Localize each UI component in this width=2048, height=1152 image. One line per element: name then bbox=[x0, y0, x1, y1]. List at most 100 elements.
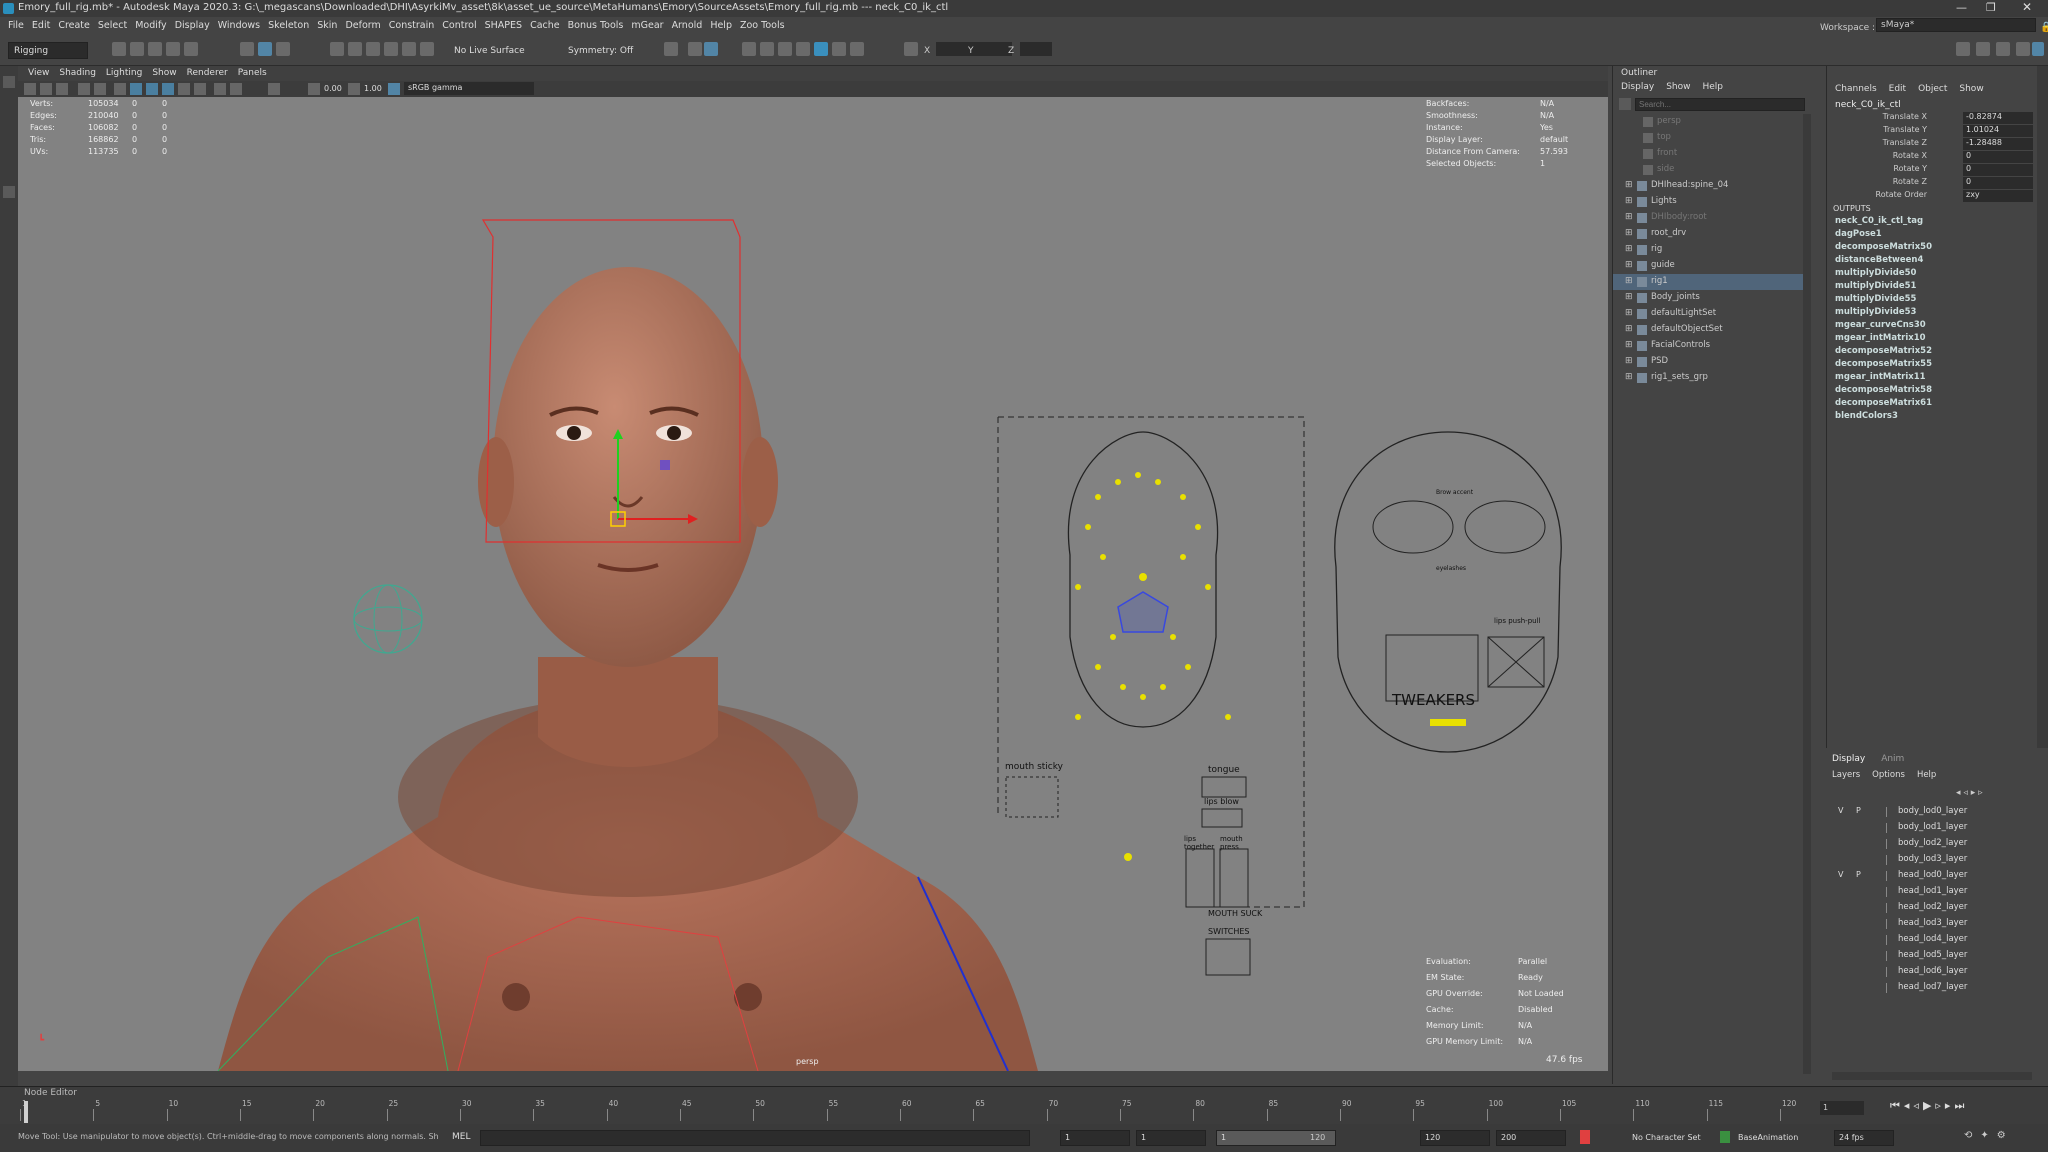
outliner-item[interactable]: ⊞ DHIhead:spine_04 bbox=[1613, 178, 1803, 194]
gamma-icon[interactable] bbox=[348, 83, 360, 95]
menu-select[interactable]: Select bbox=[98, 17, 127, 34]
outliner-item[interactable]: ⊞ rig1_sets_grp bbox=[1613, 370, 1803, 386]
transform-mode-icon[interactable] bbox=[904, 42, 918, 56]
output-node[interactable]: decomposeMatrix55 bbox=[1835, 359, 1932, 369]
ipr-render-icon[interactable] bbox=[760, 42, 774, 56]
playback-controls[interactable]: ⏮◂◃▶▹▸⏭ bbox=[1890, 1099, 1968, 1113]
expand-icon[interactable]: ⊞ bbox=[1625, 356, 1633, 366]
snap-point-icon[interactable] bbox=[366, 42, 380, 56]
wireframe-icon[interactable] bbox=[114, 83, 126, 95]
shadows-icon[interactable] bbox=[178, 83, 190, 95]
expand-icon[interactable]: ⊞ bbox=[1625, 196, 1633, 206]
layer-scrollbar[interactable] bbox=[1832, 1072, 2032, 1080]
snap-curve-icon[interactable] bbox=[348, 42, 362, 56]
outliner-item[interactable]: ⊞ rig1 bbox=[1613, 274, 1803, 290]
channel-menu-edit[interactable]: Edit bbox=[1889, 84, 1906, 94]
menu-bonus-tools[interactable]: Bonus Tools bbox=[568, 17, 624, 34]
live-surface-label[interactable]: No Live Surface bbox=[454, 46, 525, 56]
open-scene-icon[interactable] bbox=[130, 42, 144, 56]
soft-select-icon[interactable] bbox=[664, 42, 678, 56]
lights-icon[interactable] bbox=[162, 83, 174, 95]
output-node[interactable]: dagPose1 bbox=[1835, 229, 1882, 239]
outliner-item[interactable]: front bbox=[1613, 146, 1803, 162]
snap-vertex-icon[interactable] bbox=[420, 42, 434, 56]
history-icon[interactable] bbox=[688, 42, 702, 56]
viewport-menu-panels[interactable]: Panels bbox=[238, 66, 267, 81]
menu-skin[interactable]: Skin bbox=[317, 17, 337, 34]
outliner-item[interactable]: top bbox=[1613, 130, 1803, 146]
new-scene-icon[interactable] bbox=[112, 42, 126, 56]
expand-icon[interactable]: ⊞ bbox=[1625, 180, 1633, 190]
viewport-menu-view[interactable]: View bbox=[28, 66, 49, 81]
expand-icon[interactable]: ⊞ bbox=[1625, 372, 1633, 382]
layer-playback[interactable]: P bbox=[1856, 870, 1861, 879]
colorspace-dropdown[interactable]: sRGB gamma bbox=[404, 82, 534, 95]
layer-menu-help[interactable]: Help bbox=[1917, 770, 1936, 780]
range-end2-field[interactable]: 200 bbox=[1496, 1130, 1566, 1146]
layer-playback[interactable]: P bbox=[1856, 806, 1861, 815]
channel-menu-channels[interactable]: Channels bbox=[1835, 84, 1877, 94]
layer-menu-layers[interactable]: Layers bbox=[1832, 770, 1860, 780]
outliner-item[interactable]: persp bbox=[1613, 114, 1803, 130]
menu-display[interactable]: Display bbox=[175, 17, 210, 34]
arnold-render-icon[interactable] bbox=[832, 42, 846, 56]
viewport-menu-lighting[interactable]: Lighting bbox=[106, 66, 142, 81]
outliner-item[interactable]: ⊞ defaultLightSet bbox=[1613, 306, 1803, 322]
outliner-item[interactable]: ⊞ Lights bbox=[1613, 194, 1803, 210]
xray-icon[interactable] bbox=[230, 83, 242, 95]
expand-icon[interactable]: ⊞ bbox=[1625, 324, 1633, 334]
menu-mgear[interactable]: mGear bbox=[631, 17, 663, 34]
channel-attr-value[interactable]: -1.28488 bbox=[1963, 138, 2033, 150]
current-time-marker[interactable] bbox=[24, 1101, 28, 1123]
layout-icon[interactable] bbox=[3, 186, 15, 198]
render-frame-icon[interactable] bbox=[742, 42, 756, 56]
filter-icon[interactable] bbox=[1619, 98, 1631, 110]
outliner-menu-help[interactable]: Help bbox=[1702, 82, 1723, 92]
z-field[interactable] bbox=[1020, 42, 1052, 56]
menu-windows[interactable]: Windows bbox=[218, 17, 260, 34]
menu-zoo-tools[interactable]: Zoo Tools bbox=[740, 17, 785, 34]
snap-grid-icon[interactable] bbox=[330, 42, 344, 56]
channel-attr-value[interactable]: 0 bbox=[1963, 164, 2033, 176]
layer-row[interactable]: body_lod1_layer bbox=[1826, 820, 2036, 836]
outliner-menu-show[interactable]: Show bbox=[1666, 82, 1690, 92]
outliner-search-input[interactable] bbox=[1635, 98, 1805, 111]
output-node[interactable]: multiplyDivide53 bbox=[1835, 307, 1916, 317]
layer-tab-display[interactable]: Display bbox=[1832, 754, 1865, 764]
outliner-item[interactable]: ⊞ root_drv bbox=[1613, 226, 1803, 242]
snap-surface-icon[interactable] bbox=[402, 42, 416, 56]
channel-attr-row[interactable]: Rotate Order zxy bbox=[1827, 190, 2037, 203]
outliner-scrollbar[interactable] bbox=[1803, 114, 1811, 1074]
outliner-item[interactable]: ⊞ FacialControls bbox=[1613, 338, 1803, 354]
film-gate-icon[interactable] bbox=[94, 83, 106, 95]
outliner-toggle-icon[interactable] bbox=[2032, 42, 2044, 56]
layer-tab-anim[interactable]: Anim bbox=[1881, 754, 1904, 764]
tool-settings-icon[interactable] bbox=[1996, 42, 2010, 56]
menu-control[interactable]: Control bbox=[442, 17, 476, 34]
output-node[interactable]: mgear_intMatrix10 bbox=[1835, 333, 1926, 343]
layer-row[interactable]: head_lod5_layer bbox=[1826, 948, 2036, 964]
output-node[interactable]: multiplyDivide50 bbox=[1835, 268, 1916, 278]
command-line[interactable] bbox=[480, 1130, 1030, 1146]
menu-skeleton[interactable]: Skeleton bbox=[268, 17, 309, 34]
redo-icon[interactable] bbox=[184, 42, 198, 56]
range-end-field[interactable]: 120 bbox=[1420, 1130, 1490, 1146]
select-object-icon[interactable] bbox=[258, 42, 272, 56]
output-node[interactable]: decomposeMatrix58 bbox=[1835, 385, 1932, 395]
channel-attr-row[interactable]: Rotate Z 0 bbox=[1827, 177, 2037, 190]
outliner-item[interactable]: ⊞ PSD bbox=[1613, 354, 1803, 370]
layer-row[interactable]: V Pbody_lod0_layer bbox=[1826, 804, 2036, 820]
camera-select-icon[interactable] bbox=[24, 83, 36, 95]
time-slider[interactable]: Node Editor 1510152025303540455055606570… bbox=[0, 1086, 2048, 1124]
isolate-select-icon[interactable] bbox=[214, 83, 226, 95]
outliner-item[interactable]: ⊞ guide bbox=[1613, 258, 1803, 274]
layer-visibility[interactable]: V bbox=[1838, 870, 1843, 879]
modeling-toolkit-icon[interactable] bbox=[1956, 42, 1970, 56]
smooth-shade-icon[interactable] bbox=[130, 83, 142, 95]
bookmark-icon[interactable] bbox=[56, 83, 68, 95]
render-view-icon[interactable] bbox=[704, 42, 718, 56]
channel-attr-row[interactable]: Rotate Y 0 bbox=[1827, 164, 2037, 177]
layer-row[interactable]: head_lod2_layer bbox=[1826, 900, 2036, 916]
grid-icon[interactable] bbox=[78, 83, 90, 95]
channel-attr-value[interactable]: 0 bbox=[1963, 151, 2033, 163]
